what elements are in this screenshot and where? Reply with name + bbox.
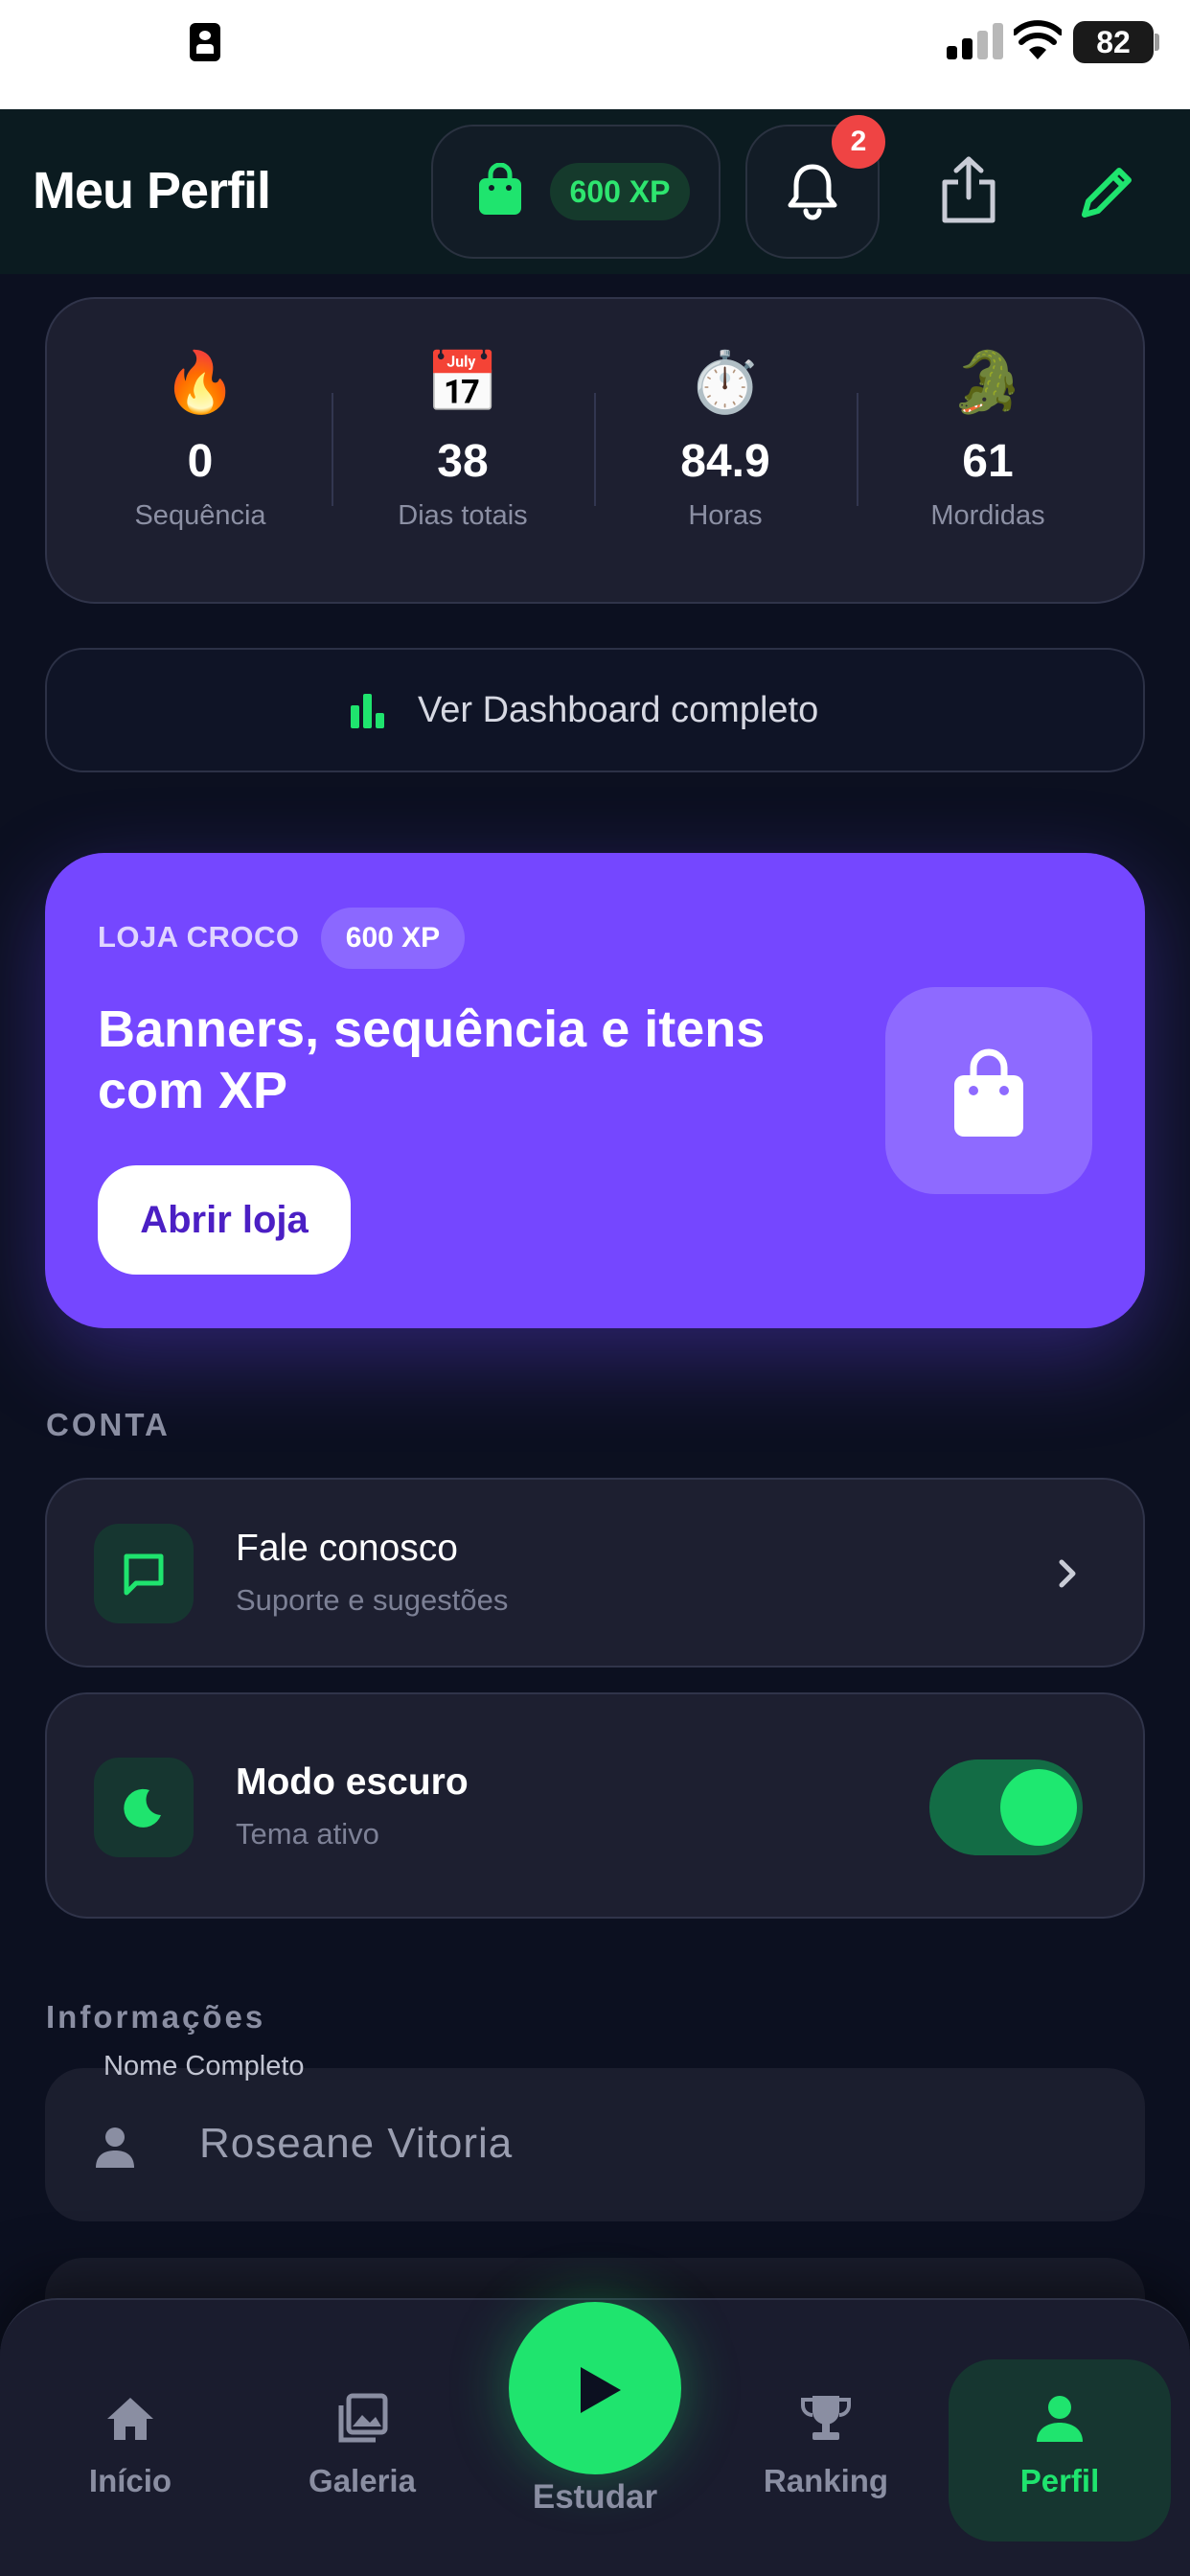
moon-icon [124,1788,161,1828]
battery-tip [1155,34,1159,51]
nav-label: Perfil [1019,2463,1100,2498]
stat-value: 61 [962,436,1014,487]
play-icon [581,2367,621,2413]
edit-pencil-icon[interactable] [1077,161,1138,222]
stat-value: 84.9 [680,436,770,487]
contact-title: Fale conosco [236,1528,458,1569]
full-name-label: Nome Completo [103,2051,305,2082]
notification-count-badge: 2 [832,115,885,169]
person-icon [1037,2396,1083,2442]
store-kicker: LOJA CROCO [98,920,300,954]
calendar-icon: 📅 [425,347,500,417]
stat-hours: ⏱️ 84.9 Horas [594,345,857,532]
stat-streak: 🔥 0 Sequência [69,345,332,532]
trophy-icon [801,2396,851,2440]
dark-mode-title: Modo escuro [236,1761,469,1803]
gallery-icon [338,2393,388,2443]
nav-label: Galeria [309,2463,416,2498]
stat-total-days: 📅 38 Dias totais [332,345,594,532]
nav-item-home[interactable]: Início [34,2392,226,2499]
section-title-info: Informações [46,1999,266,2035]
nav-label: Início [88,2463,172,2498]
stat-label: Sequência [134,500,266,531]
person-icon [96,2128,134,2168]
xp-balance: 600 XP [550,163,690,220]
stat-value: 38 [437,436,489,487]
section-title-account: CONTA [46,1407,171,1442]
wifi-icon [1014,20,1062,59]
status-time: 16:50 [52,16,179,70]
shopping-bag-icon [479,163,521,215]
fire-icon: 🔥 [163,347,238,417]
home-icon [107,2398,153,2440]
stopwatch-icon: ⏱️ [688,347,763,417]
share-icon[interactable] [939,155,998,224]
nav-item-profile[interactable]: Perfil [964,2392,1156,2499]
nav-item-ranking[interactable]: Ranking [730,2392,922,2499]
contact-us-row[interactable] [45,1478,1145,1668]
nav-label-study: Estudar [532,2478,658,2516]
stat-label: Horas [688,500,763,531]
full-name-value: Roseane Vitoria [199,2120,514,2167]
shopping-bag-icon [954,1048,1023,1137]
nav-label: Ranking [763,2463,889,2498]
page-title: Meu Perfil [33,162,271,219]
nav-item-gallery[interactable]: Galeria [266,2392,458,2499]
open-store-button[interactable]: Abrir loja [98,1165,351,1275]
battery-indicator: 82 [1073,21,1154,63]
crocodile-icon: 🐊 [950,347,1025,417]
bar-chart-icon [351,694,384,728]
dark-mode-subtitle: Tema ativo [236,1817,379,1851]
stat-bites: 🐊 61 Mordidas [857,345,1119,532]
stat-label: Mordidas [930,500,1045,531]
bell-icon [788,164,837,220]
cellular-signal-icon [947,21,1004,59]
chat-bubble-icon [124,1553,164,1596]
chevron-right-icon [1059,1559,1076,1588]
store-xp-badge: 600 XP [321,908,465,969]
store-title: Banners, sequência e itens com XP [98,1000,766,1119]
id-card-icon [190,23,220,61]
toggle-knob [1000,1769,1077,1846]
stat-label: Dias totais [398,500,528,531]
stat-value: 0 [187,436,214,487]
contact-subtitle: Suporte e sugestões [236,1583,509,1617]
dashboard-button-label: Ver Dashboard completo [418,690,819,730]
